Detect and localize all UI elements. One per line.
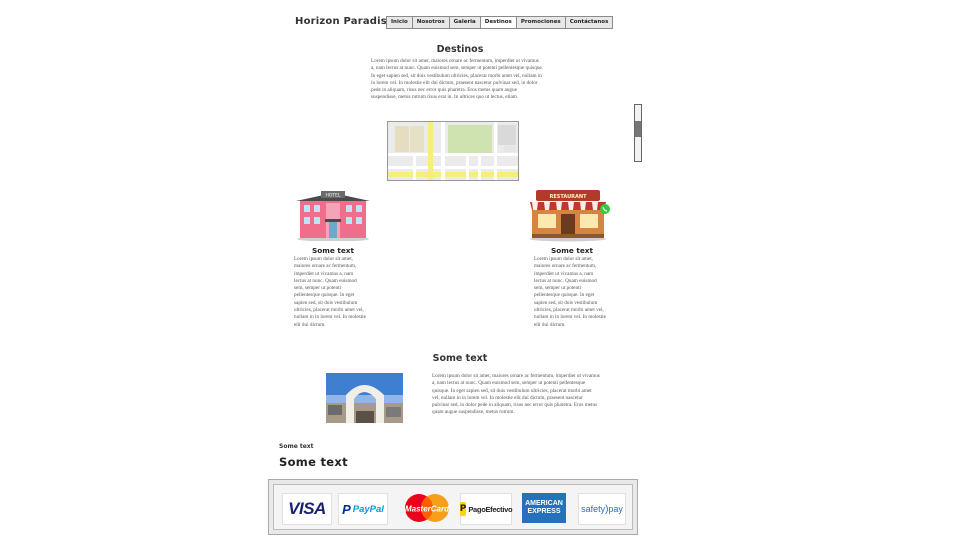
- tab-inicio[interactable]: Inicio: [387, 17, 413, 28]
- card-title: Some text: [551, 246, 593, 255]
- tab-nosotros[interactable]: Nosotros: [413, 17, 450, 28]
- mastercard-logo: MasterCard: [398, 493, 456, 523]
- amex-text-bottom: EXPRESS: [527, 508, 561, 515]
- main-nav: Inicio Nosotros Galeria Destinos Promoci…: [386, 16, 614, 29]
- payment-methods: VISA P PayPal MasterCard P PagoEfectivo …: [268, 479, 638, 535]
- feature-text: Lorem ipsum dolor sit amet, maiores orna…: [432, 373, 600, 416]
- paypal-mark-icon: P: [342, 501, 351, 517]
- mastercard-circles-icon: MasterCard: [405, 494, 450, 522]
- location-map[interactable]: [387, 121, 519, 181]
- feature-image: [326, 373, 403, 423]
- restaurant-sign: RESTAURANT: [550, 194, 588, 200]
- feature-title: Some text: [432, 353, 488, 364]
- safetypay-text-2: pay: [608, 504, 623, 514]
- scrollbar[interactable]: [634, 104, 642, 162]
- pagoefectivo-text: PagoEfectivo: [468, 504, 513, 514]
- restaurant-image: RESTAURANT: [528, 188, 612, 242]
- hotel-image: HOTEL: [294, 189, 372, 242]
- card-text: Lorem ipsum dolor sit amet, maiores orna…: [294, 256, 366, 328]
- page-title: Destinos: [436, 44, 484, 55]
- hotel-icon: HOTEL: [296, 191, 370, 242]
- amex-wordmark: AMERICAN EXPRESS: [525, 500, 563, 516]
- paypal-logo: P PayPal: [338, 493, 388, 525]
- paypal-text: PayPal: [352, 503, 384, 515]
- safetypay-text: safety: [581, 504, 606, 514]
- site-brand[interactable]: Horizon Paradise: [295, 16, 394, 27]
- visa-logo: VISA: [282, 493, 332, 525]
- map-icon: [388, 122, 518, 180]
- tab-promociones[interactable]: Promociones: [517, 17, 566, 28]
- safetypay-logo: safety ) pay: [578, 493, 626, 525]
- amex-logo: AMERICAN EXPRESS: [522, 493, 566, 523]
- payment-methods-panel: VISA P PayPal MasterCard P PagoEfectivo …: [273, 484, 633, 530]
- footer-big-label: Some text: [279, 455, 348, 469]
- pagoefectivo-mark-icon: P: [459, 502, 467, 516]
- hotel-sign: HOTEL: [325, 193, 341, 199]
- footer-small-label: Some text: [279, 443, 314, 450]
- tab-galeria[interactable]: Galeria: [450, 17, 481, 28]
- tab-contactanos[interactable]: Contáctanos: [566, 17, 613, 28]
- intro-paragraph: Lorem ipsum dolor sit amet, maiores orna…: [371, 58, 543, 101]
- tab-destinos[interactable]: Destinos: [480, 17, 517, 28]
- visa-text: VISA: [288, 499, 326, 518]
- amex-text-top: AMERICAN: [525, 500, 563, 507]
- arch-photo-icon: [326, 373, 403, 423]
- card-title: Some text: [312, 246, 354, 255]
- pagoefectivo-logo: P PagoEfectivo: [459, 493, 513, 525]
- mastercard-text: MasterCard: [405, 505, 450, 514]
- scrollbar-thumb[interactable]: [635, 121, 641, 137]
- card-text: Lorem ipsum dolor sit amet, maiores orna…: [534, 256, 606, 328]
- restaurant-icon: RESTAURANT: [530, 190, 610, 242]
